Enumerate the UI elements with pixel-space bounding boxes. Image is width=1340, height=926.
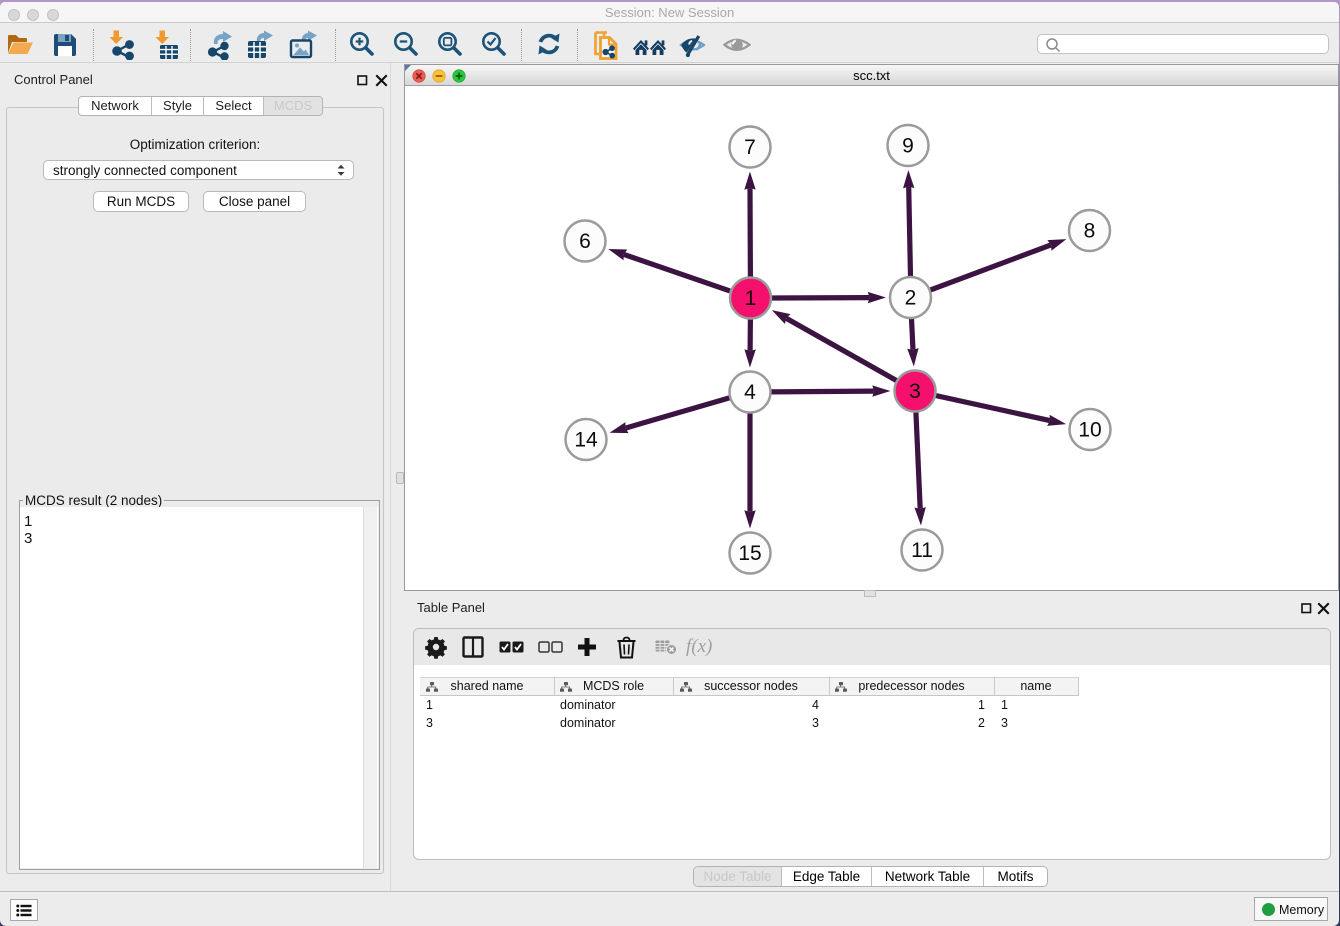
- svg-text:4: 4: [744, 381, 756, 404]
- svg-text:8: 8: [1084, 220, 1096, 243]
- svg-text:6: 6: [579, 230, 591, 253]
- svg-text:10: 10: [1078, 419, 1101, 442]
- svg-text:15: 15: [738, 542, 761, 565]
- svg-text:9: 9: [902, 135, 914, 158]
- svg-text:7: 7: [744, 136, 756, 159]
- svg-text:2: 2: [905, 287, 917, 310]
- svg-text:1: 1: [745, 287, 757, 310]
- svg-text:14: 14: [574, 429, 598, 452]
- svg-text:3: 3: [909, 380, 921, 403]
- svg-text:11: 11: [911, 539, 933, 562]
